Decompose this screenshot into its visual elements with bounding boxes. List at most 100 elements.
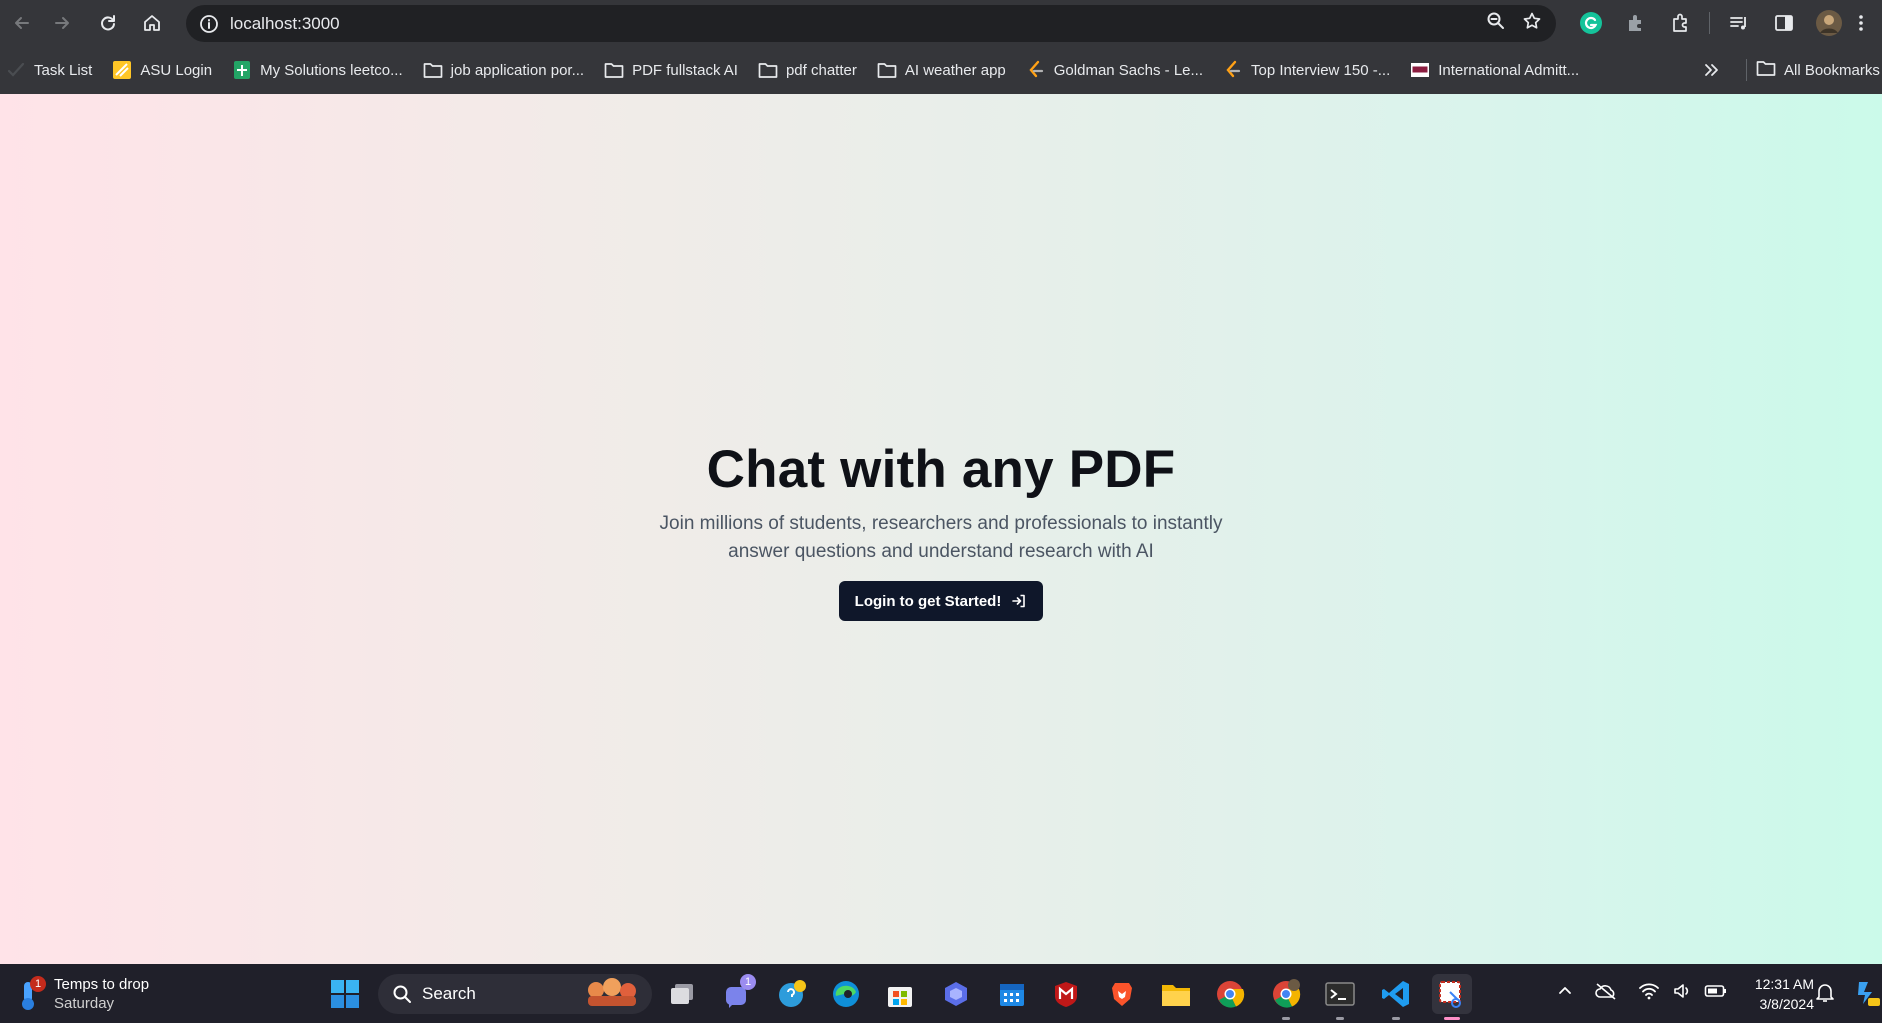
- extensions-icon[interactable]: [1658, 0, 1703, 46]
- bookmark-task-list[interactable]: Task List: [6, 54, 102, 86]
- taskbar-clock[interactable]: 12:31 AM 3/8/2024: [1736, 974, 1814, 1014]
- site-info-icon[interactable]: [188, 14, 230, 34]
- toolbar-divider: [1709, 12, 1710, 34]
- bookmark-label: job application por...: [450, 61, 585, 79]
- reload-button[interactable]: [86, 0, 130, 46]
- bookmark-label: International Admitt...: [1438, 61, 1580, 79]
- vscode-button[interactable]: [1376, 974, 1416, 1020]
- terminal-icon: [1325, 982, 1355, 1006]
- weather-widget[interactable]: 1 Temps to drop Saturday: [14, 964, 149, 1023]
- get-help-button[interactable]: [772, 974, 812, 1014]
- bookmark-label: Goldman Sachs - Le...: [1053, 61, 1204, 79]
- bookmark-international-admit[interactable]: International Admitt...: [1400, 54, 1589, 86]
- bookmark-my-solutions[interactable]: My Solutions leetco...: [222, 54, 413, 86]
- chrome-menu-icon[interactable]: [1851, 0, 1871, 46]
- running-indicator: [1336, 1017, 1344, 1020]
- file-explorer-icon: [1162, 985, 1190, 1006]
- url-text[interactable]: localhost:3000: [230, 14, 340, 34]
- edge-icon: [833, 981, 859, 1007]
- folder-icon: [758, 60, 778, 80]
- windows-logo-icon: [331, 980, 359, 1008]
- file-explorer-button[interactable]: [1156, 974, 1196, 1014]
- taskbar-search[interactable]: Search: [378, 974, 652, 1014]
- asu-icon: [112, 60, 132, 80]
- bookmarks-bar: Task List ASU Login My Solutions leetco.…: [0, 46, 1882, 94]
- bookmark-goldman-sachs[interactable]: Goldman Sachs - Le...: [1016, 54, 1213, 86]
- start-button[interactable]: [325, 974, 365, 1014]
- bookmark-label: PDF fullstack AI: [632, 61, 738, 79]
- calendar-icon: [1000, 984, 1024, 1006]
- puzzle-extension-icon[interactable]: [1613, 0, 1658, 46]
- calendar-button[interactable]: [992, 974, 1032, 1014]
- chevron-up-icon[interactable]: [1556, 982, 1574, 1005]
- notification-icon[interactable]: [1814, 982, 1836, 1009]
- bookmark-label: Top Interview 150 -...: [1251, 61, 1391, 79]
- folder-icon: [423, 60, 443, 80]
- onedrive-off-icon[interactable]: [1594, 981, 1618, 1006]
- bookmark-asu-login[interactable]: ASU Login: [102, 54, 222, 86]
- asu-logo-icon: [1410, 60, 1430, 80]
- more-bookmarks-chevron-icon[interactable]: [1702, 46, 1720, 94]
- chrome-icon: [1217, 981, 1245, 1008]
- battery-icon[interactable]: [1704, 983, 1728, 1004]
- all-bookmarks-button[interactable]: All Bookmarks: [1756, 46, 1880, 94]
- bookmark-folder-pdf-fullstack[interactable]: PDF fullstack AI: [594, 54, 748, 86]
- copilot-icon[interactable]: [1850, 978, 1880, 1013]
- back-button[interactable]: [0, 0, 44, 46]
- login-button[interactable]: Login to get Started!: [838, 581, 1044, 621]
- chrome-button[interactable]: [1210, 974, 1250, 1014]
- weather-subtitle: Saturday: [54, 995, 115, 1012]
- task-view-button[interactable]: [662, 974, 702, 1014]
- bookmark-label: pdf chatter: [785, 61, 857, 79]
- volume-icon[interactable]: [1672, 981, 1692, 1006]
- teams-badge: 1: [740, 974, 756, 990]
- leetcode-icon: [1026, 60, 1046, 80]
- weather-badge: 1: [30, 975, 46, 992]
- bookmark-top-interview[interactable]: Top Interview 150 -...: [1213, 54, 1400, 86]
- home-button[interactable]: [130, 0, 174, 46]
- snipping-tool-button[interactable]: [1432, 974, 1472, 1020]
- bookmark-folder-pdf-chatter[interactable]: pdf chatter: [748, 54, 867, 86]
- edge-button[interactable]: [826, 974, 866, 1014]
- zoom-icon[interactable]: [1486, 11, 1506, 36]
- copilot-app-button[interactable]: [936, 974, 976, 1014]
- thermometer-icon: 1: [14, 975, 46, 1012]
- mcafee-icon: [1055, 982, 1077, 1007]
- forward-button[interactable]: [40, 0, 84, 46]
- all-bookmarks-label: All Bookmarks: [1784, 61, 1880, 79]
- page-title: Chat with any PDF: [706, 440, 1176, 499]
- wifi-icon[interactable]: [1638, 981, 1660, 1006]
- side-panel-icon[interactable]: [1761, 0, 1806, 46]
- active-indicator: [1444, 1017, 1460, 1020]
- system-tray: [1556, 964, 1728, 1023]
- hero-subtitle: Join millions of students, researchers a…: [659, 513, 1223, 562]
- mcafee-button[interactable]: [1046, 974, 1086, 1014]
- bookmark-folder-job-application[interactable]: job application por...: [413, 54, 594, 86]
- bookmark-folder-ai-weather[interactable]: AI weather app: [867, 54, 1016, 86]
- teams-chat-button[interactable]: 1: [718, 974, 758, 1014]
- hero-section: Chat with any PDF Join millions of stude…: [0, 440, 1882, 621]
- profile-avatar[interactable]: [1806, 0, 1851, 46]
- log-in-icon: [1012, 594, 1026, 608]
- browser-toolbar: localhost:3000: [0, 0, 1882, 46]
- bookmark-label: My Solutions leetco...: [260, 61, 403, 79]
- clock-date: 3/8/2024: [1759, 996, 1815, 1012]
- windows-taskbar: 1 Temps to drop Saturday Search 1 12:31 …: [0, 964, 1882, 1023]
- vscode-icon: [1382, 981, 1409, 1007]
- brave-button[interactable]: [1102, 974, 1142, 1014]
- media-controls-icon[interactable]: [1716, 0, 1761, 46]
- grammarly-icon[interactable]: [1568, 0, 1613, 46]
- reload-icon: [101, 15, 115, 31]
- address-bar[interactable]: localhost:3000: [186, 5, 1556, 42]
- terminal-button[interactable]: [1320, 974, 1360, 1020]
- weather-title: Temps to drop: [54, 976, 150, 993]
- folder-icon: [604, 60, 624, 80]
- bookmark-star-icon[interactable]: [1522, 11, 1542, 36]
- chrome-profile-button[interactable]: [1266, 974, 1306, 1020]
- running-indicator: [1282, 1017, 1290, 1020]
- search-icon: [393, 985, 411, 1003]
- bookmark-label: ASU Login: [140, 61, 213, 79]
- microsoft-store-button[interactable]: [880, 974, 920, 1014]
- help-icon: [779, 980, 806, 1007]
- folder-icon: [877, 60, 897, 80]
